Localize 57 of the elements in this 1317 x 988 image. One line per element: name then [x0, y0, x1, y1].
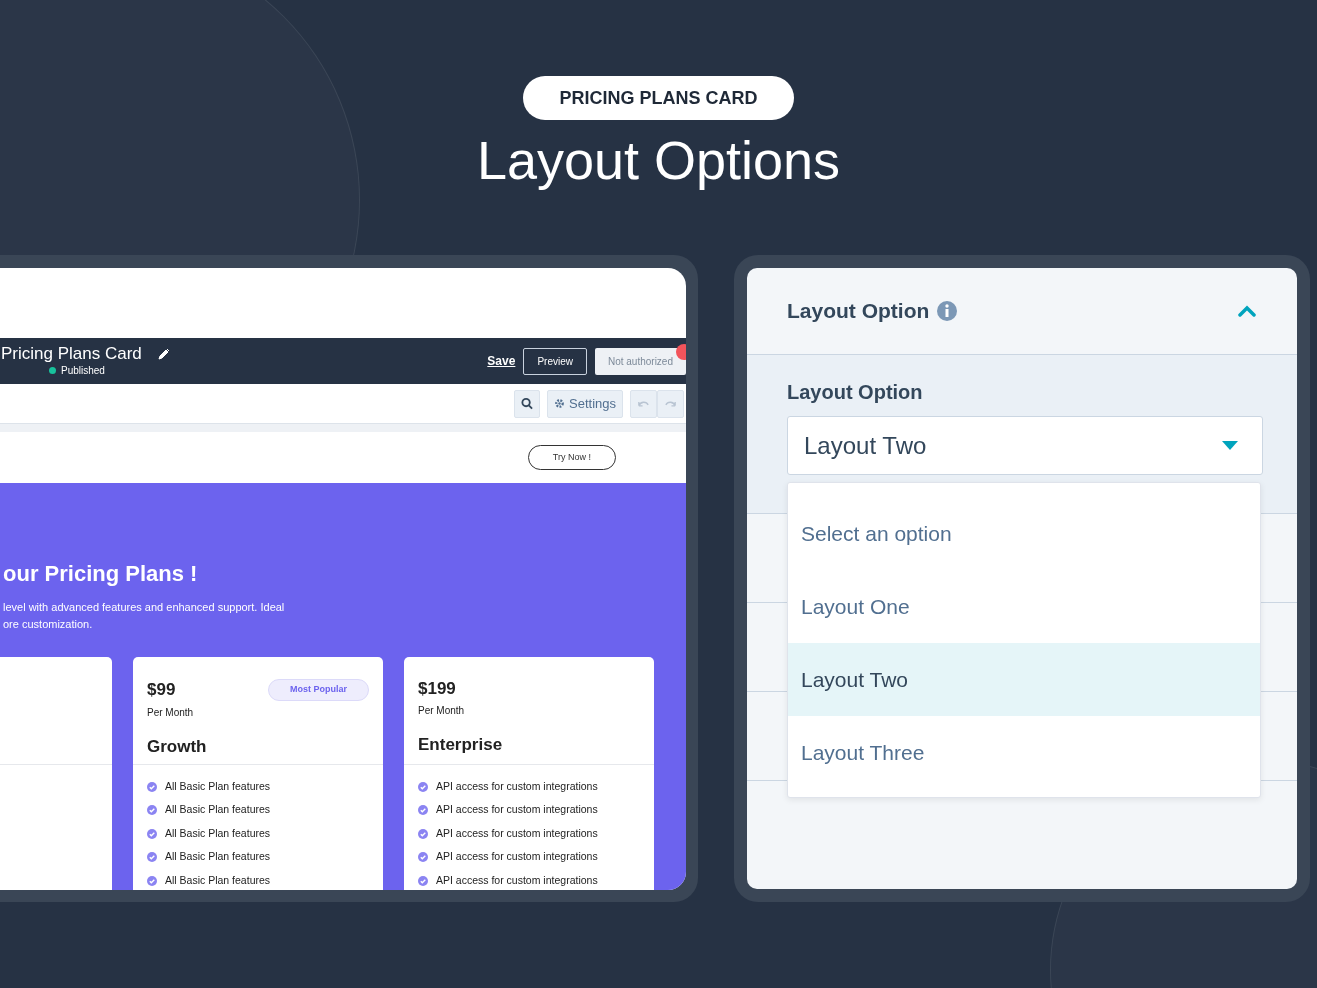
search-button[interactable] — [514, 389, 540, 418]
layout-select[interactable]: Layout Two — [787, 416, 1263, 475]
banner-description: level with advanced features and enhanced support. Ideal — [3, 600, 286, 615]
save-link[interactable]: Save — [487, 352, 516, 370]
plan-feature: All Basic Plan features — [165, 778, 271, 794]
preview-button[interactable]: Preview — [523, 347, 587, 375]
plan-name: Growth — [147, 735, 208, 758]
plan-price: $99 — [147, 679, 176, 700]
field-label: Layout Option — [787, 380, 924, 405]
banner-description: ore customization. — [3, 617, 94, 632]
try-now-button[interactable]: Try Now ! — [527, 444, 616, 471]
section-pill: PRICING PLANS CARD — [523, 76, 794, 120]
plan-feature: API access for custom integrations — [436, 802, 598, 818]
status-text: Published — [61, 363, 105, 378]
caret-icon — [1222, 441, 1238, 450]
plan-feature: All Basic Plan features — [165, 802, 271, 818]
plan-period: Per Month — [147, 705, 195, 720]
plan-feature: API access for custom integrations — [436, 778, 598, 794]
banner-title: our Pricing Plans ! — [3, 561, 199, 587]
plan-feature: API access for custom integrations — [436, 872, 598, 888]
chevron-icon[interactable] — [1237, 305, 1257, 317]
popular-badge: Most Popular — [268, 679, 369, 701]
undo-button[interactable] — [630, 389, 657, 418]
check-icon — [418, 828, 428, 839]
settings-button[interactable]: Settings — [547, 389, 623, 418]
dropdown-option[interactable]: Layout Two — [788, 643, 1260, 716]
dropdown-option[interactable]: Select an option — [788, 497, 1260, 570]
undo-icon — [637, 399, 650, 408]
check-icon — [147, 805, 157, 816]
check-icon — [418, 805, 428, 816]
check-icon — [418, 875, 428, 886]
plan-feature: All Basic Plan features — [165, 872, 271, 888]
redo-icon — [664, 399, 677, 408]
page-title: Layout Options — [476, 130, 841, 190]
check-icon — [147, 875, 157, 886]
dropdown-option[interactable]: Layout Three — [788, 716, 1260, 789]
plan-feature: API access for custom integrations — [436, 825, 598, 841]
dropdown-option[interactable]: Layout One — [788, 570, 1260, 643]
gear-icon — [554, 398, 565, 409]
check-icon — [147, 852, 157, 863]
search-icon — [521, 397, 533, 410]
check-icon — [418, 781, 428, 792]
plan-price: $199 — [418, 679, 456, 699]
status-dot — [49, 366, 56, 374]
check-icon — [418, 852, 428, 863]
section-title: Layout Option — [787, 298, 930, 325]
check-icon — [147, 828, 157, 839]
plan-name: Enterprise — [418, 734, 504, 756]
plan-feature: All Basic Plan features — [165, 849, 271, 865]
info-icon[interactable] — [937, 301, 958, 321]
pencil-icon[interactable] — [157, 347, 170, 360]
plan-period: Per Month — [418, 704, 466, 718]
check-icon — [147, 781, 157, 792]
plan-feature: All Basic Plan features — [165, 825, 271, 841]
editor-title: Pricing Plans Card — [1, 344, 142, 363]
redo-button[interactable] — [657, 389, 684, 418]
plan-feature: API access for custom integrations — [436, 849, 598, 865]
